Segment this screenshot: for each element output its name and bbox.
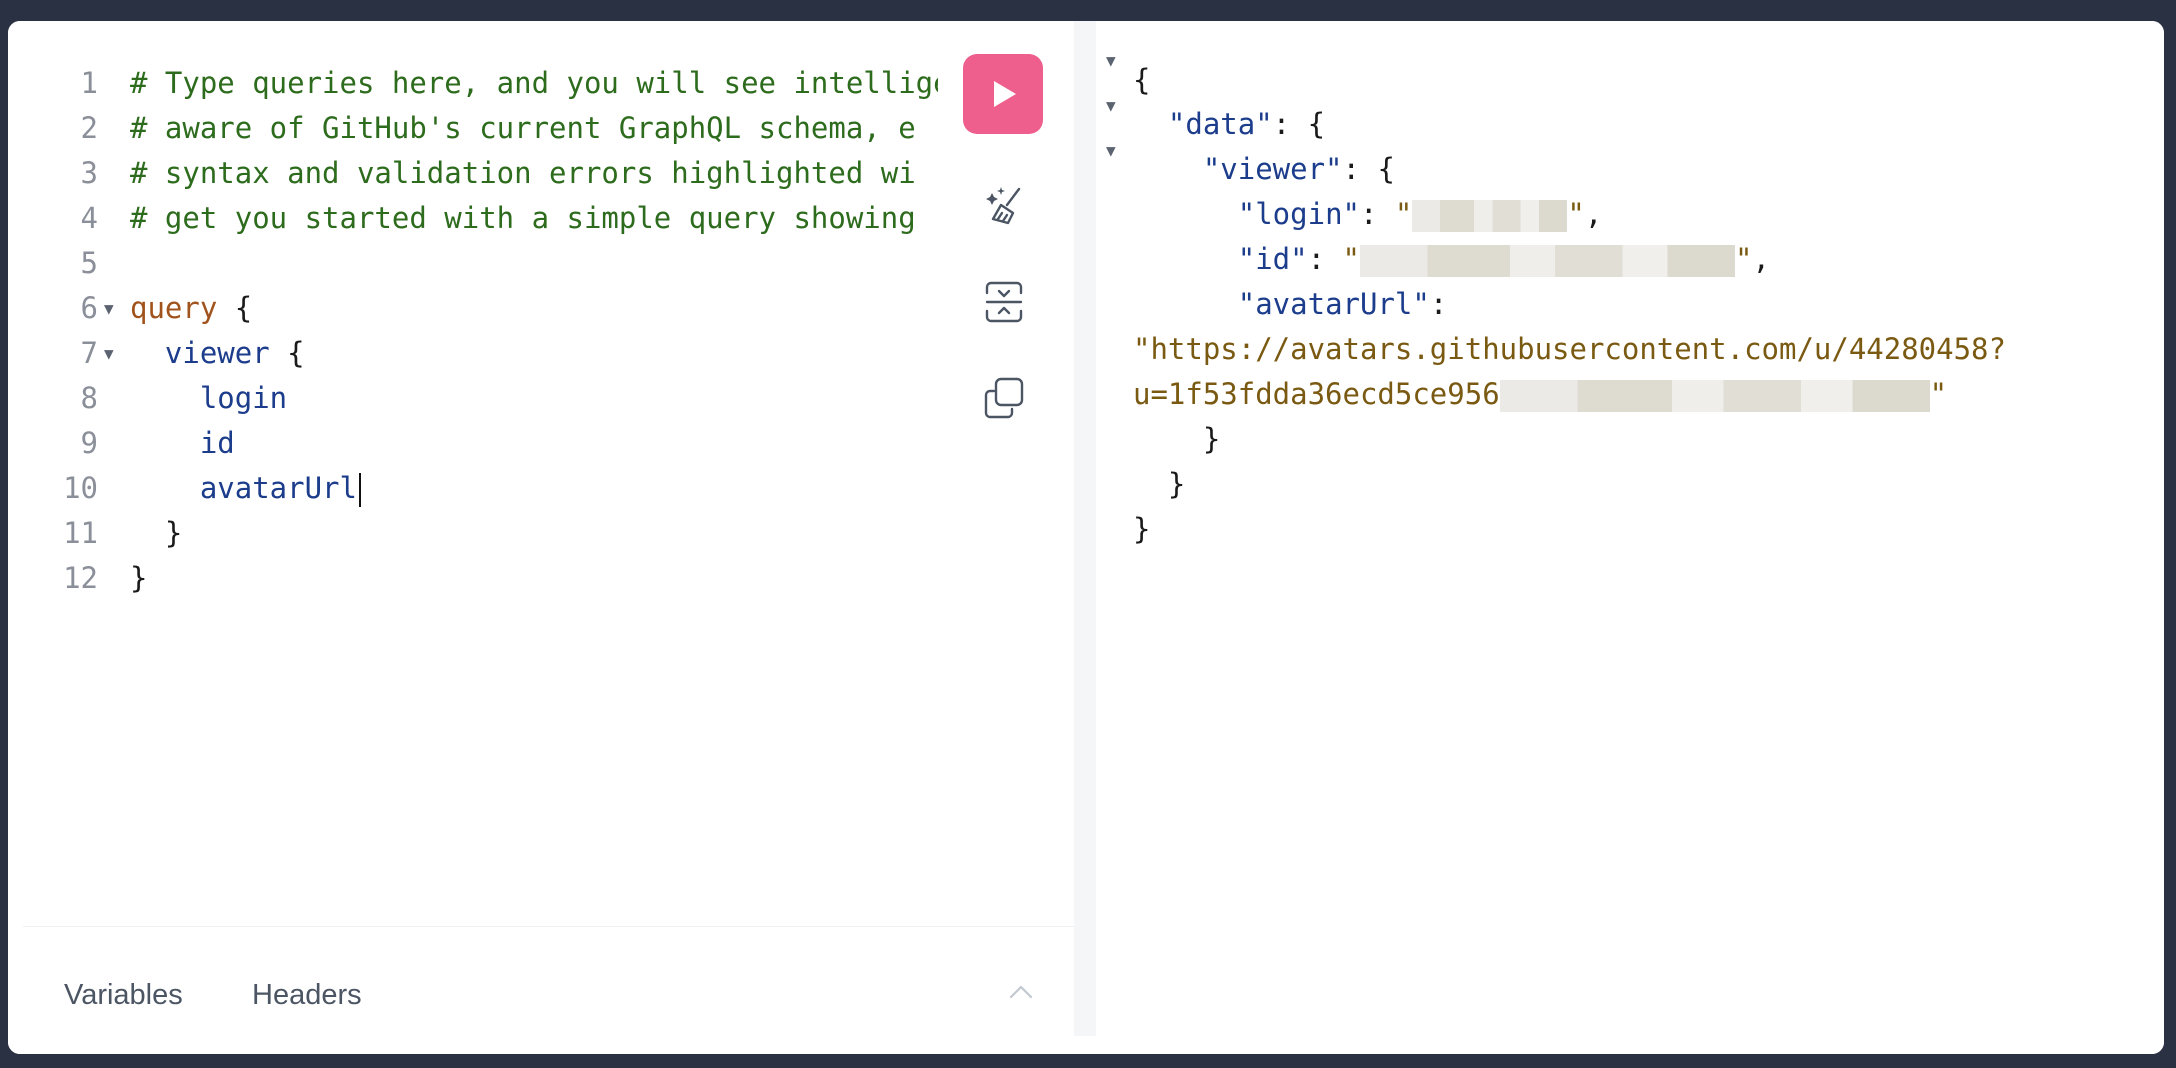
pane-splitter[interactable] (1074, 21, 1096, 1036)
code-line: 12} (8, 556, 1074, 601)
fold-arrow-icon[interactable]: ▼ (1106, 96, 1116, 115)
graphiql-window: 1 # Type queries here, and you will see i… (8, 21, 2164, 1054)
result-line: { (1133, 63, 1151, 97)
code-text: } (164, 516, 183, 550)
line-number: 5 (80, 246, 98, 280)
redacted-value (1412, 200, 1568, 232)
code-line: 9 id (8, 421, 1074, 466)
result-line: } (1167, 467, 1186, 501)
result-pane: ▼ { ▼ "data": { ▼ "viewer": { "login": "… (1096, 21, 2164, 1054)
chevron-up-icon[interactable] (1008, 983, 1034, 1001)
code-line: 6 ▼ query { (8, 286, 1074, 331)
code-text: viewer { (164, 336, 305, 370)
copy-icon[interactable] (981, 375, 1027, 421)
line-number: 3 (80, 156, 98, 190)
code-line: 10 avatarUrl (8, 466, 1074, 511)
result-line: "viewer": { (1202, 152, 1395, 186)
code-line: 1 # Type queries here, and you will see i… (8, 61, 1074, 106)
line-number: 11 (63, 516, 98, 550)
result-line: "https://avatars.githubusercontent.com/u… (1133, 332, 2006, 366)
fold-arrow-icon[interactable]: ▼ (104, 286, 114, 331)
line-number: 6 (80, 291, 98, 325)
query-editor-pane: 1 # Type queries here, and you will see i… (8, 21, 1074, 1054)
code-text: id (199, 426, 235, 460)
result-line: } (1202, 422, 1221, 456)
code-text: query { (130, 291, 253, 325)
prettify-icon[interactable] (981, 183, 1027, 229)
result-line: "data": { (1167, 107, 1326, 141)
code-line: 7 ▼ viewer { (8, 331, 1074, 376)
line-number: 4 (80, 201, 98, 235)
code-line: 2 # aware of GitHub's current GraphQL sch… (8, 106, 1074, 151)
line-number: 10 (63, 471, 98, 505)
code-line: 11 } (8, 511, 1074, 556)
code-line: 8 login (8, 376, 1074, 421)
redacted-value (1499, 380, 1930, 412)
text-cursor (358, 473, 361, 507)
run-query-button[interactable] (963, 54, 1043, 134)
redacted-value (1360, 245, 1735, 277)
tab-headers[interactable]: Headers (252, 979, 362, 1012)
fold-arrow-icon[interactable]: ▼ (1106, 51, 1116, 70)
line-number: 12 (63, 561, 98, 595)
code-text: # get you started with a simple query sh… (130, 201, 916, 235)
result-line: "avatarUrl": (1237, 287, 1448, 321)
variables-headers-bar: Variables Headers (8, 927, 1074, 1054)
code-text: } (130, 561, 148, 595)
result-line: "login": " ", (1237, 197, 1603, 232)
play-icon (994, 81, 1016, 107)
result-line: } (1133, 512, 1151, 546)
code-line: 3 # syntax and validation errors highligh… (8, 151, 1074, 196)
line-number: 1 (80, 66, 98, 100)
code-line: 5 (8, 241, 1074, 286)
code-text: # Type queries here, and you will see in… (130, 66, 938, 100)
code-line: 4 # get you started with a simple query s… (8, 196, 1074, 241)
code-text: # syntax and validation errors highlight… (130, 156, 916, 190)
line-number: 8 (80, 381, 98, 415)
line-number: 7 (80, 336, 98, 370)
code-text: login (199, 381, 288, 415)
fold-arrow-icon[interactable]: ▼ (1106, 141, 1116, 160)
merge-fragments-icon[interactable] (981, 279, 1027, 325)
query-editor[interactable]: 1 # Type queries here, and you will see i… (8, 61, 1074, 941)
tab-variables[interactable]: Variables (64, 979, 183, 1012)
result-line: "id": " ", (1237, 242, 1770, 277)
code-text: avatarUrl (130, 466, 938, 511)
line-number: 9 (80, 426, 98, 460)
fold-arrow-icon[interactable]: ▼ (104, 331, 114, 376)
result-line: u=1f53fdda36ecd5ce956 " (1133, 377, 1948, 412)
code-text: # aware of GitHub's current GraphQL sche… (130, 111, 916, 145)
line-number: 2 (80, 111, 98, 145)
